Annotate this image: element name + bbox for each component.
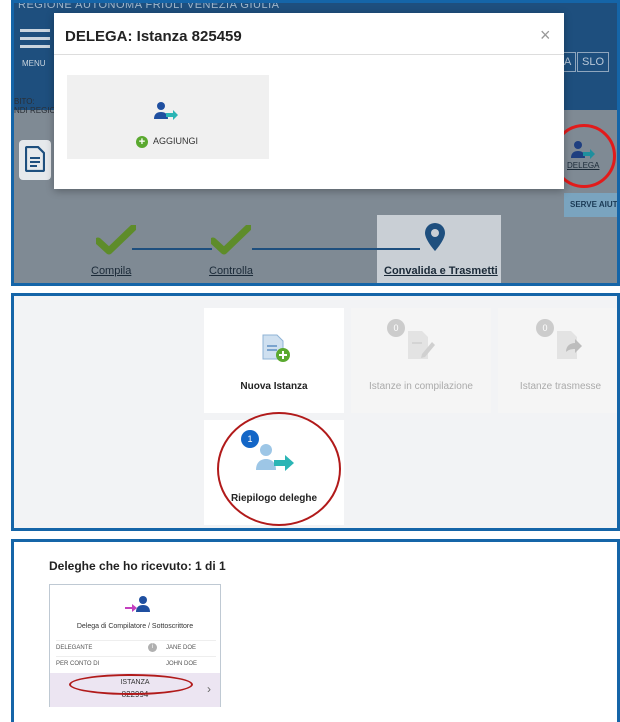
- received-deleghe-panel: Deleghe che ho ricevuto: 1 di 1 Delega d…: [11, 539, 620, 722]
- step-convalida[interactable]: Convalida e Trasmetti: [384, 265, 498, 277]
- step-compila[interactable]: Compila: [91, 265, 131, 277]
- location-pin-icon: [425, 223, 445, 251]
- help-button[interactable]: SERVE AIUTO: [564, 193, 617, 217]
- perconto-row: PER CONTO DI JOHN DOE: [56, 656, 216, 670]
- edit-document-icon: [408, 331, 435, 359]
- info-icon[interactable]: i: [148, 643, 157, 652]
- step-controlla[interactable]: Controlla: [209, 265, 253, 277]
- perconto-key: PER CONTO DI: [56, 661, 100, 667]
- tile-istanze-compilazione[interactable]: 0 Istanze in compilazione: [351, 308, 491, 413]
- menu-label: MENU: [22, 59, 46, 68]
- new-document-icon: [262, 334, 290, 362]
- tile-label: Istanze trasmesse: [519, 381, 602, 392]
- delegante-value: JANE DOE: [166, 645, 197, 651]
- ambito-line-1: BITO:: [14, 97, 35, 106]
- delegante-row: DELEGANTE i JANE DOE: [56, 640, 216, 654]
- plus-icon: +: [136, 136, 148, 148]
- card-title: Delega di Compilatore / Sottoscrittore: [76, 623, 194, 630]
- check-icon: [96, 225, 136, 255]
- delega-person-icon: [154, 102, 178, 120]
- ambito-label: BITO: NDI REGIO: [14, 97, 56, 115]
- send-document-icon: [557, 331, 582, 359]
- tile-label: Nuova Istanza: [240, 381, 308, 392]
- count-badge: 0: [536, 319, 554, 337]
- received-delega-icon: [125, 596, 150, 612]
- annotation-circle: [217, 412, 341, 526]
- delegante-key: DELEGANTE: [56, 645, 93, 651]
- tile-label: Istanze in compilazione: [369, 381, 473, 392]
- perconto-value: JOHN DOE: [166, 661, 198, 667]
- add-delega-button[interactable]: + AGGIUNGI: [67, 75, 269, 159]
- check-icon: [211, 225, 251, 255]
- close-icon[interactable]: ×: [540, 25, 551, 46]
- ambito-line-2: NDI REGIO: [14, 106, 56, 115]
- region-title: REGIONE AUTONOMA FRIULI VENEZIA GIULIA: [18, 0, 280, 11]
- lang-slo-button[interactable]: SLO: [577, 52, 610, 72]
- chevron-right-icon[interactable]: ›: [207, 682, 211, 696]
- count-badge: 0: [387, 319, 405, 337]
- hamburger-icon[interactable]: [20, 29, 50, 53]
- add-label: AGGIUNGI: [153, 136, 199, 146]
- modal-title: DELEGA: Istanza 825459: [65, 28, 242, 45]
- modal-divider: [54, 54, 564, 55]
- step-connector: [132, 248, 212, 250]
- instance-page-panel: REGIONE AUTONOMA FRIULI VENEZIA GIULIA M…: [11, 0, 620, 286]
- step-connector: [252, 248, 420, 250]
- tile-istanze-trasmesse[interactable]: 0 Istanze trasmesse: [498, 308, 617, 413]
- delega-modal: DELEGA: Istanza 825459 × + AGGIUNGI: [54, 13, 564, 189]
- dashboard-panel: Nuova Istanza 0 Istanze in compilazione …: [11, 293, 620, 531]
- document-icon: [19, 140, 51, 180]
- section-heading: Deleghe che ho ricevuto: 1 di 1: [49, 559, 226, 573]
- tile-nuova-istanza[interactable]: Nuova Istanza: [204, 308, 344, 413]
- annotation-oval: [69, 674, 193, 695]
